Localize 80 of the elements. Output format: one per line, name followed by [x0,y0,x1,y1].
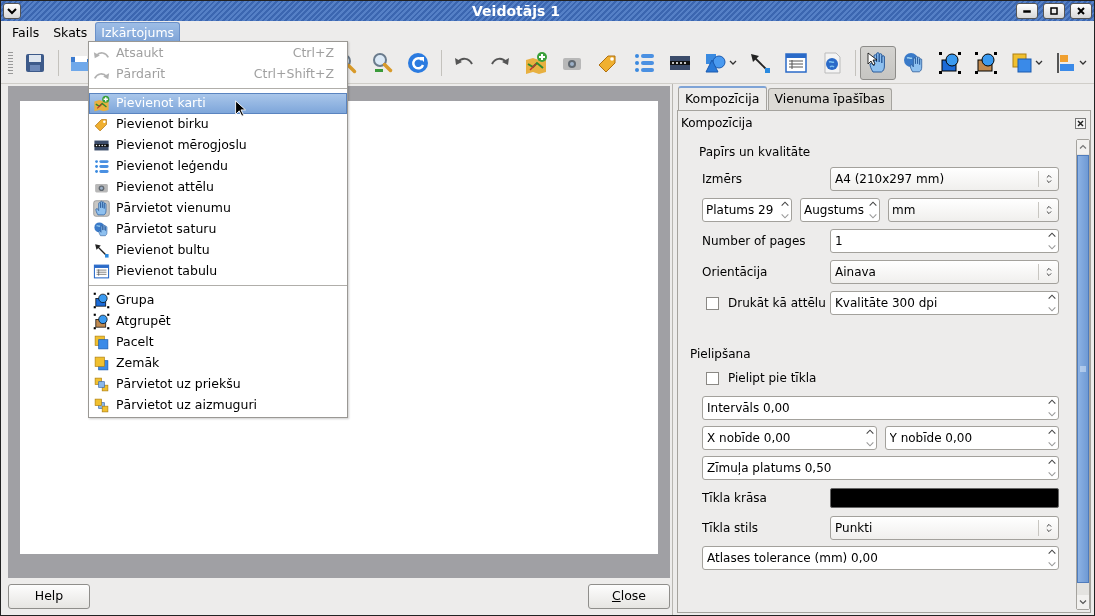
spin-box[interactable]: Kvalitāte 300 dpi [830,291,1059,315]
table-icon [93,263,110,280]
tab[interactable]: Kompozīcija [678,86,767,110]
caret-icon [728,58,737,67]
menu-item[interactable]: Pārvietot uz priekšu [89,374,347,395]
diagonal-arrow-icon [93,242,110,259]
vertical-scrollbar[interactable] [1076,139,1090,610]
ungroup-shapes-icon [93,313,110,330]
legend-list-icon [93,158,110,175]
spin-box[interactable]: X nobīde 0,00 [702,426,877,450]
menu-item[interactable]: Atgrupēt [89,311,347,332]
menu-item[interactable]: Grupa [89,290,347,311]
field-label: Izmērs [702,171,744,188]
globe-hand-icon [93,221,110,238]
field-label: Number of pages [702,233,807,250]
scroll-down-button[interactable] [1077,595,1089,609]
tool-button[interactable] [860,45,896,80]
lower-squares-icon [93,355,110,372]
raise-squares-icon [1009,50,1034,75]
checkbox[interactable] [706,371,719,385]
window-title: Veidotājs 1 [471,2,561,20]
menu-item[interactable]: Pārvietot uz aizmuguri [89,395,347,416]
menu-bar-item[interactable]: Fails [6,22,46,42]
dropdown-field[interactable]: Punkti [830,516,1059,540]
checkbox-label: Pielipt pie tīkla [728,370,817,387]
window-menu-button[interactable] [3,3,21,19]
spin-box[interactable]: Zīmuļa platums 0,50 [702,456,1059,480]
spin-box[interactable]: Atlases tolerance (mm) 0,00 [702,546,1059,570]
close-icon[interactable] [1075,117,1086,129]
menu-item[interactable]: Pievienot leģendu [89,156,347,177]
shortcut-text: Ctrl+Shift+Z [253,65,334,84]
checkbox-label: Drukāt kā attēlu [728,295,826,312]
panel-title: Kompozīcija [681,115,753,132]
field-label: Tīkla stils [702,520,759,537]
stacked-squares-icon [93,397,110,414]
menu-bar-item[interactable]: Skats [47,22,94,42]
menu-item[interactable]: Pievienot attēlu [89,177,347,198]
chevron-down-icon [7,6,17,16]
section-title: Papīrs un kvalitāte [699,144,812,161]
minimize-icon [1022,8,1032,14]
raise-squares-icon [93,334,110,351]
tag-icon [93,116,110,133]
field-label: Orientācija [702,264,769,281]
hand-icon [93,200,110,217]
menu-item[interactable]: Pacelt [89,332,347,353]
spin-box[interactable]: Platums 29 [702,198,792,222]
menu-item[interactable]: Pievienot bultu [89,240,347,261]
caret-icon [1034,58,1043,67]
spin-box[interactable]: Augstums [800,198,880,222]
color-swatch[interactable] [830,488,1059,508]
stacked-squares-icon [93,376,110,393]
spin-box[interactable]: 1 [830,229,1059,253]
spin-box[interactable]: Intervāls 0,00 [702,396,1059,420]
menu-item[interactable]: Pārvietot saturu [89,219,347,240]
minimize-button[interactable] [1016,3,1038,19]
dialog-button[interactable]: Help [8,584,90,609]
caret-icon [1078,58,1087,67]
scroll-up-button[interactable] [1077,140,1089,154]
field-label: Tīkla krāsa [702,490,768,507]
menu-item[interactable]: Pievienot tabulu [89,261,347,282]
tab[interactable]: Vienuma īpašības [767,88,892,110]
menu-item[interactable]: Pievienot mērogjoslu [89,135,347,156]
shortcut-text: Ctrl+Z [292,44,334,63]
maximize-button[interactable] [1043,3,1065,19]
section-title: Pielipšana [690,346,752,363]
map-plus-icon [93,95,110,112]
group-shapes-icon [93,292,110,309]
close-button[interactable] [1070,3,1092,19]
dialog-button[interactable]: Close [588,584,670,609]
scroll-thumb[interactable] [1077,155,1089,583]
menu-item[interactable]: Zemāk [89,353,347,374]
dropdown-field[interactable]: A4 (210x297 mm) [830,167,1059,191]
spin-box[interactable]: Y nobīde 0,00 [884,426,1059,450]
close-icon [1076,6,1086,16]
menu-item[interactable]: Pārvietot vienumu [89,198,347,219]
dropdown-field[interactable]: Ainava [830,260,1059,284]
maximize-icon [1049,6,1059,16]
dropdown-field[interactable]: mm [888,198,1059,222]
menu-item[interactable]: Pievienot birku [89,114,347,135]
checkbox[interactable] [706,296,719,310]
